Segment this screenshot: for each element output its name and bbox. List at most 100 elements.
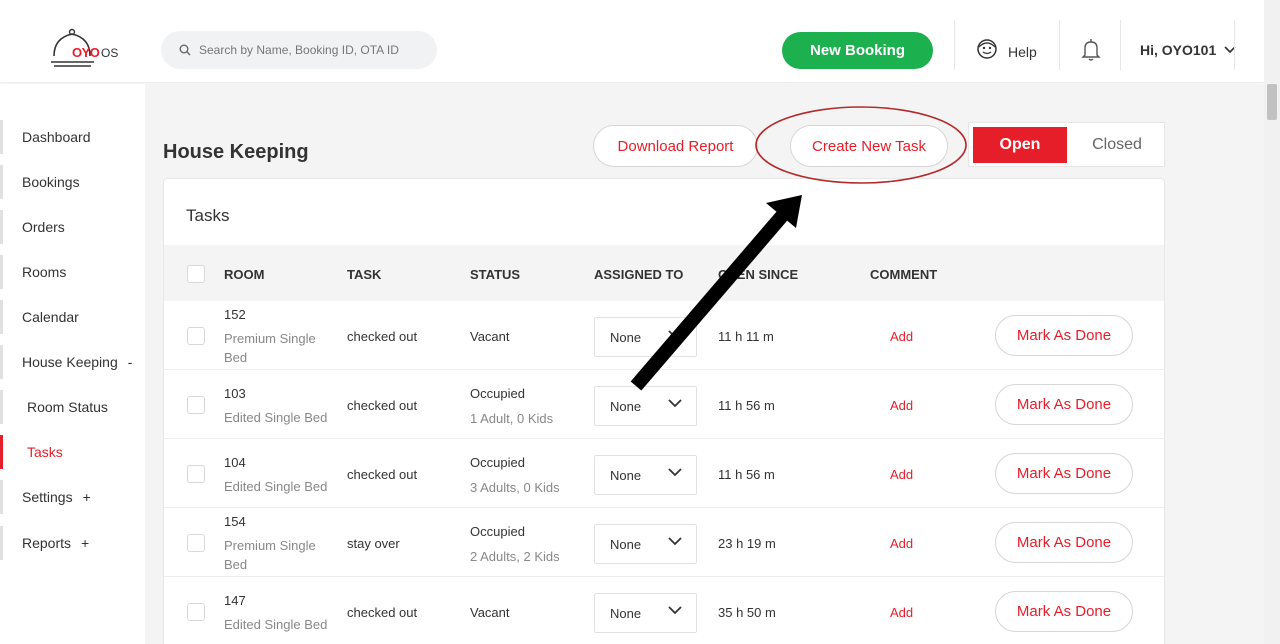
row-checkbox[interactable]	[187, 465, 205, 483]
sidebar-marker	[0, 300, 3, 334]
open-closed-toggle: Open Closed	[968, 122, 1165, 167]
sidebar-item-label: Settings	[22, 489, 73, 505]
sidebar-item-label: Tasks	[27, 444, 63, 460]
guest-count: 3 Adults, 0 Kids	[470, 480, 560, 495]
toggle-closed[interactable]: Closed	[1073, 127, 1161, 163]
sidebar-marker	[0, 255, 3, 289]
room-number: 103	[224, 386, 246, 401]
user-label: Hi, OYO101	[1140, 42, 1217, 58]
room-type: Edited Single Bed	[224, 479, 328, 494]
assign-value: None	[610, 467, 642, 483]
card-title: Tasks	[186, 206, 230, 225]
row-checkbox[interactable]	[187, 396, 205, 414]
sidebar-item-bookings[interactable]: Bookings	[0, 163, 145, 201]
row-checkbox[interactable]	[187, 327, 205, 345]
notifications-button[interactable]	[1081, 38, 1101, 67]
column-header: STATUS	[470, 267, 521, 282]
mark-as-done-button[interactable]: Mark As Done	[995, 384, 1133, 425]
mark-as-done-button[interactable]: Mark As Done	[995, 453, 1133, 494]
page-scrollbar[interactable]	[1264, 0, 1280, 644]
new-booking-button[interactable]: New Booking	[782, 32, 933, 69]
scrollbar-thumb[interactable]	[1267, 84, 1277, 120]
expand-sign[interactable]: +	[81, 535, 89, 551]
sidebar-item-tasks[interactable]: Tasks	[0, 433, 145, 471]
sidebar-item-label: Rooms	[22, 264, 67, 280]
sidebar-item-room-status[interactable]: Room Status	[0, 388, 145, 426]
open-since: 11 h 56 m	[718, 398, 775, 413]
sidebar-marker	[0, 390, 3, 424]
task-name: checked out	[347, 467, 418, 482]
open-since: 11 h 56 m	[718, 467, 775, 482]
help-face-icon	[977, 39, 997, 59]
add-comment-link[interactable]: Add	[890, 398, 913, 413]
expand-sign[interactable]: +	[83, 489, 91, 505]
table-row: 154 Premium Single Bed stay over Occupie…	[164, 508, 1164, 577]
search-bar[interactable]	[161, 31, 437, 69]
chevron-down-icon	[668, 468, 682, 477]
sidebar-item-house-keeping[interactable]: House Keeping -	[0, 343, 145, 381]
open-since: 35 h 50 m	[718, 605, 776, 620]
table-header: ROOM TASK STATUS ASSIGNED TO OPEN SINCE …	[164, 245, 1164, 301]
top-header: OYO OS New Booking Help Hi, OYO101	[0, 0, 1264, 83]
collapse-sign[interactable]: -	[128, 354, 133, 370]
room-status: Vacant	[470, 605, 510, 620]
open-since: 11 h 11 m	[718, 329, 774, 344]
bell-icon	[1081, 39, 1101, 61]
open-since: 23 h 19 m	[718, 536, 776, 551]
sidebar-item-orders[interactable]: Orders	[0, 208, 145, 246]
room-number: 104	[224, 455, 246, 470]
help-label: Help	[1008, 44, 1037, 60]
help-button[interactable]: Help	[976, 38, 1037, 60]
task-name: checked out	[347, 329, 418, 344]
task-name: checked out	[347, 605, 418, 620]
mark-as-done-button[interactable]: Mark As Done	[995, 315, 1133, 356]
sidebar-item-dashboard[interactable]: Dashboard	[0, 118, 145, 156]
header-divider	[1120, 20, 1121, 70]
sidebar-item-reports[interactable]: Reports +	[0, 524, 145, 562]
sidebar-item-settings[interactable]: Settings +	[0, 478, 145, 516]
user-menu[interactable]: Hi, OYO101	[1140, 42, 1236, 58]
add-comment-link[interactable]: Add	[890, 467, 913, 482]
room-number: 154	[224, 514, 246, 529]
assign-select[interactable]: None	[594, 524, 697, 564]
room-type: Edited Single Bed	[224, 617, 328, 632]
page-title: House Keeping	[163, 141, 309, 163]
sidebar-marker	[0, 210, 3, 244]
assign-select[interactable]: None	[594, 455, 697, 495]
assign-select[interactable]: None	[594, 317, 697, 357]
assign-select[interactable]: None	[594, 386, 697, 426]
task-name: stay over	[347, 536, 400, 551]
add-comment-link[interactable]: Add	[890, 536, 913, 551]
select-all-checkbox[interactable]	[187, 265, 205, 283]
create-new-task-button[interactable]: Create New Task	[790, 125, 948, 167]
add-comment-link[interactable]: Add	[890, 329, 913, 344]
logo-text: OYO	[72, 45, 100, 60]
search-input[interactable]	[199, 43, 429, 57]
table-row: 103 Edited Single Bed checked out Occupi…	[164, 370, 1164, 439]
download-report-button[interactable]: Download Report	[593, 125, 758, 167]
chevron-down-icon	[668, 537, 682, 546]
assign-select[interactable]: None	[594, 593, 697, 633]
add-comment-link[interactable]: Add	[890, 605, 913, 620]
assign-value: None	[610, 536, 642, 552]
column-header: OPEN SINCE	[718, 267, 799, 282]
sidebar-item-calendar[interactable]: Calendar	[0, 298, 145, 336]
sidebar-item-label: Orders	[22, 219, 65, 235]
assign-value: None	[610, 329, 642, 345]
room-status: Vacant	[470, 329, 510, 344]
sidebar-item-label: House Keeping	[22, 354, 118, 370]
room-status: Occupied	[470, 455, 525, 470]
task-name: checked out	[347, 398, 418, 413]
column-header: TASK	[347, 267, 382, 282]
sidebar-item-rooms[interactable]: Rooms	[0, 253, 145, 291]
toggle-open[interactable]: Open	[973, 127, 1067, 163]
sidebar-marker	[0, 345, 3, 379]
oyo-os-logo[interactable]: OYO OS	[48, 28, 128, 72]
row-checkbox[interactable]	[187, 534, 205, 552]
assign-value: None	[610, 398, 642, 414]
mark-as-done-button[interactable]: Mark As Done	[995, 591, 1133, 632]
row-checkbox[interactable]	[187, 603, 205, 621]
sidebar-item-label: Reports	[22, 535, 72, 551]
mark-as-done-button[interactable]: Mark As Done	[995, 522, 1133, 563]
sidebar: Dashboard Bookings Orders Rooms Calendar…	[0, 84, 145, 644]
